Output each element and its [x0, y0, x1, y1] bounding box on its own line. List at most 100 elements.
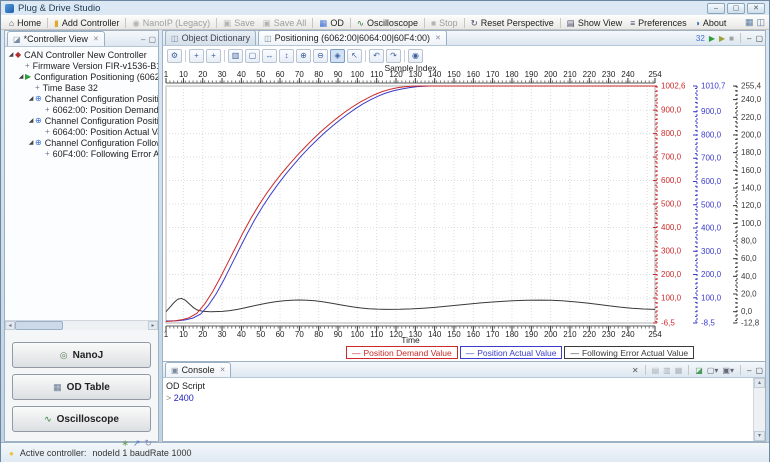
expanded-arrow-icon[interactable]: ◢	[17, 73, 25, 80]
tree-horizontal-scrollbar[interactable]: ◂ ▸	[5, 320, 158, 330]
tree-item[interactable]: +60F4:00: Following Error Actual Valu	[5, 148, 158, 159]
configure-settings-icon[interactable]: ⚙	[167, 49, 182, 63]
minimize-icon[interactable]: –	[747, 366, 751, 375]
tree-item[interactable]: ◢⊕Channel Configuration Position Actual	[5, 115, 158, 126]
console-vertical-scrollbar[interactable]: ▴ ▾	[753, 378, 765, 441]
tree-item[interactable]: ◢⊕Channel Configuration Following Error	[5, 137, 158, 148]
expanded-arrow-icon[interactable]: ◢	[27, 117, 35, 124]
expanded-arrow-icon[interactable]: ◢	[27, 139, 35, 146]
x-tick-label: 210	[563, 70, 577, 79]
console-body[interactable]: OD Script > 2400 ▴ ▾	[163, 378, 765, 441]
scrollbar-thumb[interactable]	[15, 321, 63, 330]
add-controller-button[interactable]: ▮Add Controller	[50, 16, 123, 29]
clear-console-icon[interactable]: ✕	[632, 366, 639, 375]
remove-annotation-icon[interactable]: +	[206, 49, 221, 63]
oscilloscope-button[interactable]: ∿Oscilloscope	[353, 16, 422, 29]
positioning-chart[interactable]: Sample IndexTime111010202030304040505060…	[163, 46, 766, 362]
legend-item: —Following Error Actual Value	[564, 346, 694, 359]
cursor-icon[interactable]: ↖	[347, 49, 362, 63]
redo-icon[interactable]: ↷	[386, 49, 401, 63]
tab-console[interactable]: ▣ Console ✕	[165, 362, 231, 377]
zoom-in-icon[interactable]: ⊕	[296, 49, 311, 63]
tab-object-dictionary[interactable]: ◫ Object Dictionary	[165, 30, 256, 45]
od-button[interactable]: ▦OD	[315, 16, 348, 29]
x-tick-label: 130	[409, 70, 423, 79]
tree-item[interactable]: ◢▶Configuration Positioning (6062:00|606…	[5, 71, 158, 82]
tree-item[interactable]: +Firmware Version FIR-v1536-B194830	[5, 60, 158, 71]
preferences-button[interactable]: ≡Preferences	[626, 16, 691, 29]
scroll-lock-icon[interactable]: ▤	[652, 366, 660, 375]
numeric-display-icon[interactable]: 32	[696, 34, 705, 43]
x-tick-label: 150	[447, 70, 461, 79]
home-button[interactable]: ⌂Home	[5, 16, 45, 29]
x-tick-label: 240	[621, 70, 635, 79]
oscilloscope-button[interactable]: ∿Oscilloscope	[12, 406, 151, 432]
vertical-zoom-icon[interactable]: ↕	[279, 49, 294, 63]
tree-item[interactable]: +6064:00: Position Actual Value - Posi	[5, 126, 158, 137]
legend-item: —Position Actual Value	[460, 346, 563, 359]
tree-item-label: Channel Configuration Position Deman	[45, 94, 158, 104]
oscilloscope-button-label: Oscilloscope	[367, 18, 418, 28]
show-view-button-label: Show View	[578, 18, 622, 28]
auto-scale-icon[interactable]: ▥	[228, 49, 243, 63]
minimize-icon[interactable]: –	[747, 34, 751, 43]
tree-item[interactable]: ◢◆CAN Controller New Controller	[5, 49, 158, 60]
about-button[interactable]: ◑About	[691, 16, 731, 29]
window-minimize-button[interactable]: –	[707, 3, 725, 14]
run-icon[interactable]: ▶	[709, 34, 715, 43]
x-tick-label: 40	[237, 70, 246, 79]
word-wrap-icon[interactable]: ▥	[663, 366, 671, 375]
od-table-button[interactable]: ▦OD Table	[12, 374, 151, 400]
tab-positioning[interactable]: ◫ Positioning (6062:00|6064:00|60F4:00) …	[258, 30, 447, 45]
window-close-button[interactable]: ✕	[747, 3, 765, 14]
scrollbar-track[interactable]	[754, 388, 765, 431]
editor-presentation-icon[interactable]: ▦	[745, 17, 754, 28]
add-annotation-icon[interactable]: +	[189, 49, 204, 63]
window-maximize-button[interactable]: ▢	[727, 3, 745, 14]
expanded-arrow-icon[interactable]: ◢	[27, 95, 35, 102]
scrollbar-track[interactable]	[15, 321, 148, 330]
close-icon[interactable]: ✕	[220, 366, 226, 374]
add-controller-button-label: Add Controller	[62, 18, 120, 28]
zoom-out-icon[interactable]: ⊖	[313, 49, 328, 63]
nanoip-legacy-button-label: NanoIP (Legacy)	[143, 18, 210, 28]
undo-icon[interactable]: ↶	[369, 49, 384, 63]
nanoj-button[interactable]: ◎NanoJ	[12, 342, 151, 368]
close-icon[interactable]: ✕	[93, 35, 99, 43]
show-view-button[interactable]: ▤Show View	[563, 16, 626, 29]
x-tick-label: 80	[314, 70, 323, 79]
perspective-switcher-icon[interactable]: ◫	[756, 17, 765, 28]
tree-item[interactable]: +Time Base 32	[5, 82, 158, 93]
scroll-up-icon[interactable]: ▴	[754, 378, 765, 388]
step-run-icon[interactable]: ▶	[719, 34, 725, 43]
pin-console-icon[interactable]: ◪	[695, 366, 703, 375]
display-console-icon[interactable]: ▢▾	[707, 366, 719, 375]
scroll-left-icon[interactable]: ◂	[5, 321, 15, 330]
expanded-arrow-icon[interactable]: ◢	[7, 51, 15, 58]
console-tabbar: ▣ Console ✕ ✕ ▤▥ ▦ ◪ ▢▾▣▾ –▢	[163, 362, 765, 378]
maximize-icon[interactable]: ▢	[755, 366, 763, 375]
panning-icon[interactable]: ◈	[330, 49, 345, 63]
snapshot-icon[interactable]: ◉	[408, 49, 423, 63]
scroll-right-icon[interactable]: ▸	[148, 321, 158, 330]
scroll-down-icon[interactable]: ▾	[754, 431, 765, 441]
tab-controller-view[interactable]: ◪ *Controller View ✕	[7, 31, 105, 46]
reset-perspective-button[interactable]: ↻Reset Perspective	[467, 16, 558, 29]
tree-item[interactable]: +6062:00: Position Demand Value - Po	[5, 104, 158, 115]
open-console-icon[interactable]: ▣▾	[722, 366, 734, 375]
rubberband-zoom-icon[interactable]: ▢	[245, 49, 260, 63]
minimize-icon[interactable]: –	[141, 35, 145, 44]
show-console-output-icon[interactable]: ▦	[675, 366, 683, 375]
od-entry-icon: +	[45, 105, 50, 114]
x-tick-label: 170	[486, 70, 500, 79]
tree-item[interactable]: ◢⊕Channel Configuration Position Deman	[5, 93, 158, 104]
x-tick-label: 20	[198, 330, 207, 339]
close-icon[interactable]: ✕	[435, 34, 441, 42]
nanoj-button-label: NanoJ	[73, 350, 104, 361]
oscilloscope-button-label: Oscilloscope	[57, 414, 119, 425]
maximize-icon[interactable]: ▢	[148, 35, 156, 44]
stop-icon[interactable]: ■	[729, 34, 734, 43]
maximize-icon[interactable]: ▢	[755, 34, 763, 43]
x-tick-label: 90	[334, 330, 343, 339]
horizontal-zoom-icon[interactable]: ↔	[262, 49, 277, 63]
